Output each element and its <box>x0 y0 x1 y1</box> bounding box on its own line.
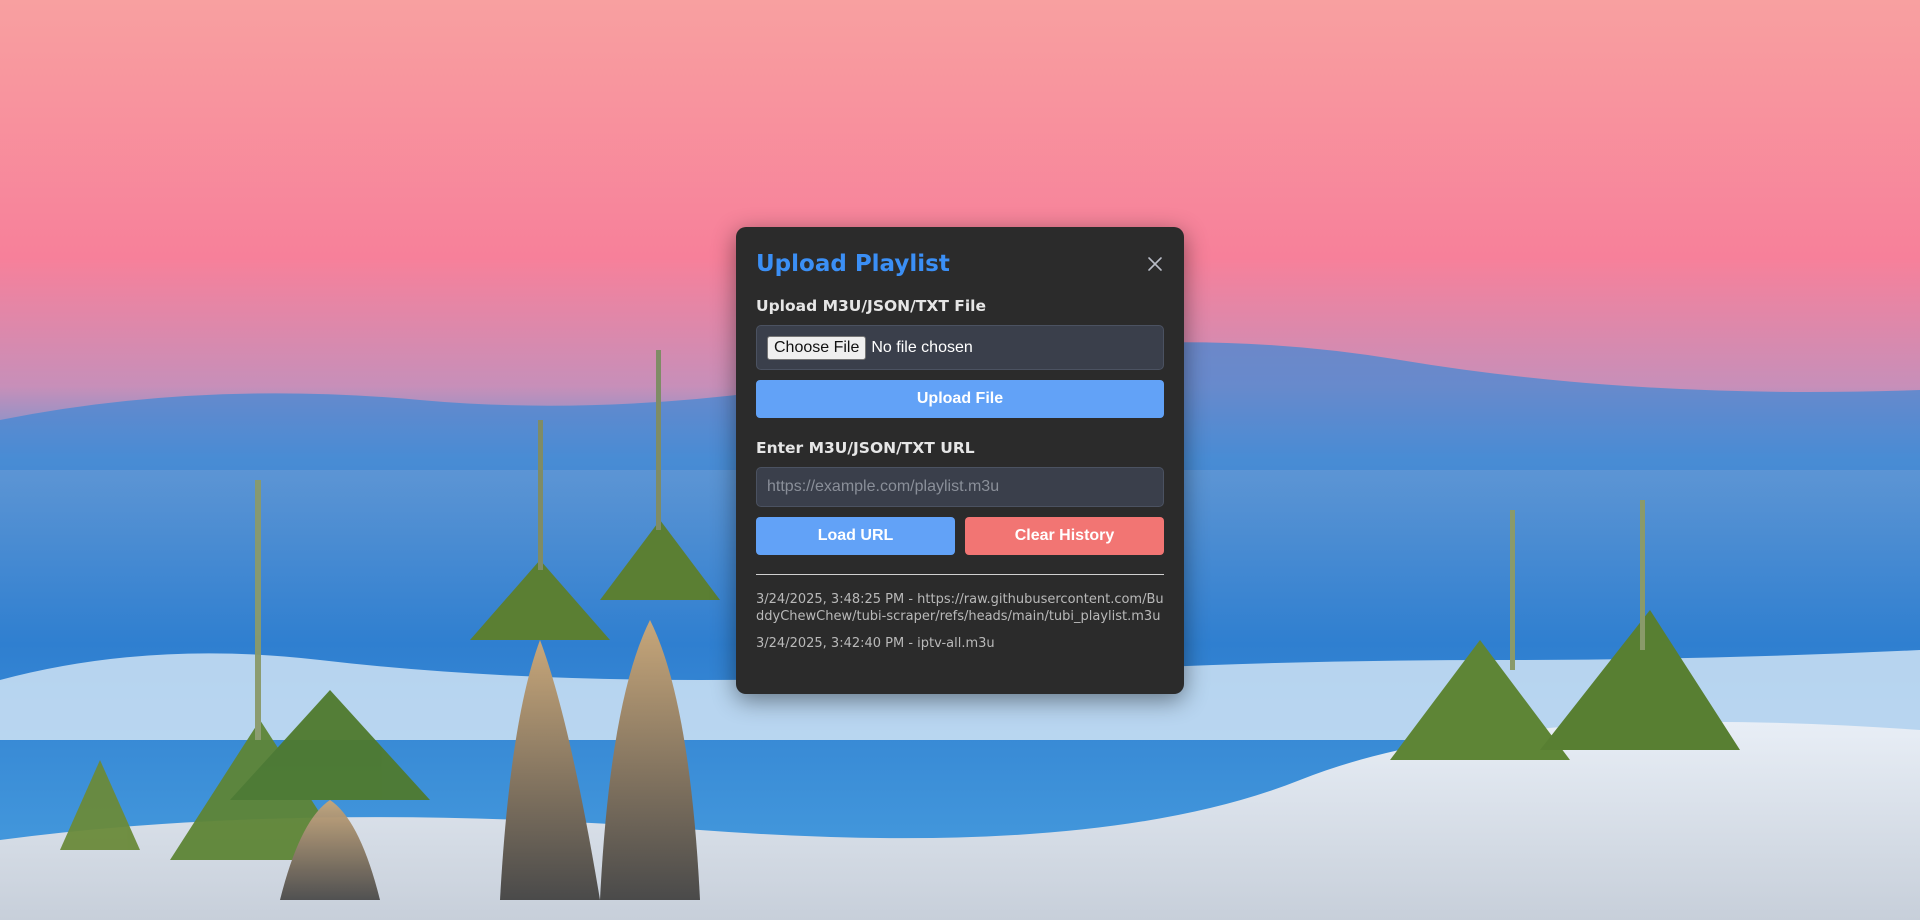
upload-file-button[interactable]: Upload File <box>756 380 1164 418</box>
modal-header: Upload Playlist <box>756 247 1164 281</box>
url-label: Enter M3U/JSON/TXT URL <box>756 439 975 457</box>
history-item[interactable]: 3/24/2025, 3:42:40 PM - iptv-all.m3u <box>756 635 1164 652</box>
modal-title: Upload Playlist <box>756 251 950 277</box>
close-button[interactable] <box>1146 255 1164 273</box>
choose-file-button[interactable]: Choose File <box>767 335 867 360</box>
load-url-button[interactable]: Load URL <box>756 517 955 555</box>
divider <box>756 574 1164 575</box>
history-item[interactable]: 3/24/2025, 3:48:25 PM - https://raw.gith… <box>756 591 1164 625</box>
history-list: 3/24/2025, 3:48:25 PM - https://raw.gith… <box>756 591 1164 662</box>
close-icon <box>1146 255 1164 273</box>
file-status-text: No file chosen <box>871 338 973 356</box>
file-input[interactable]: Choose File No file chosen <box>756 325 1164 370</box>
url-input[interactable] <box>756 467 1164 507</box>
clear-history-button[interactable]: Clear History <box>965 517 1164 555</box>
file-upload-label: Upload M3U/JSON/TXT File <box>756 297 987 315</box>
upload-playlist-modal: Upload Playlist Upload M3U/JSON/TXT File… <box>736 227 1184 694</box>
